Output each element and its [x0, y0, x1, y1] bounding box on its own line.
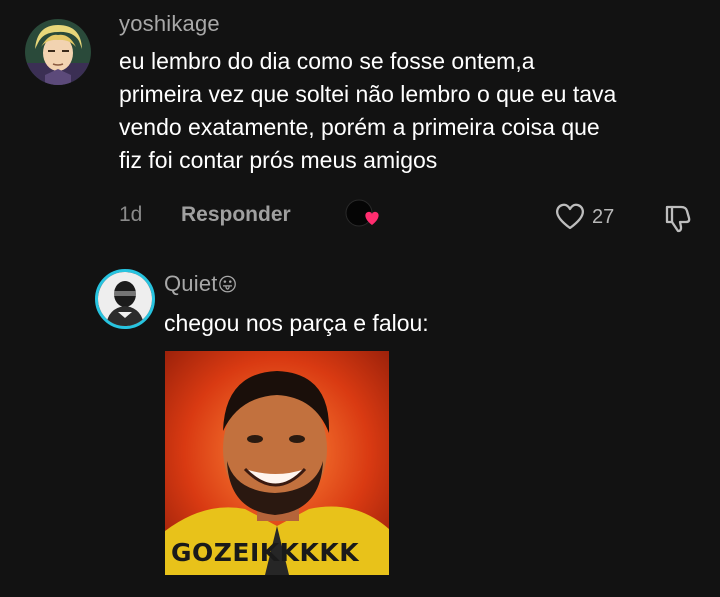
commenter-avatar[interactable] — [25, 19, 91, 85]
reply-text: chegou nos parça e falou: — [164, 310, 429, 336]
meme-caption: GOZEIKKKKK — [171, 538, 360, 567]
reply-username[interactable]: Quiet😛 — [164, 271, 238, 297]
commenter-username[interactable]: yoshikage — [119, 11, 220, 37]
like-count: 27 — [592, 206, 615, 228]
thumbs-down-icon[interactable] — [662, 201, 694, 233]
reply-button[interactable]: Responder — [181, 203, 291, 227]
reply-avatar[interactable] — [95, 269, 155, 329]
creator-liked-heart-icon — [344, 198, 384, 232]
tongue-emoji: 😛 — [217, 275, 238, 296]
comment-text: eu lembro do dia como se fosse ontem,a p… — [119, 48, 617, 173]
like-heart-icon[interactable] — [554, 201, 586, 231]
reply-username-text: Quiet — [164, 271, 218, 296]
reply-meme-image[interactable]: GOZEIKKKKK — [165, 351, 389, 575]
comment-age: 1d — [119, 203, 143, 226]
